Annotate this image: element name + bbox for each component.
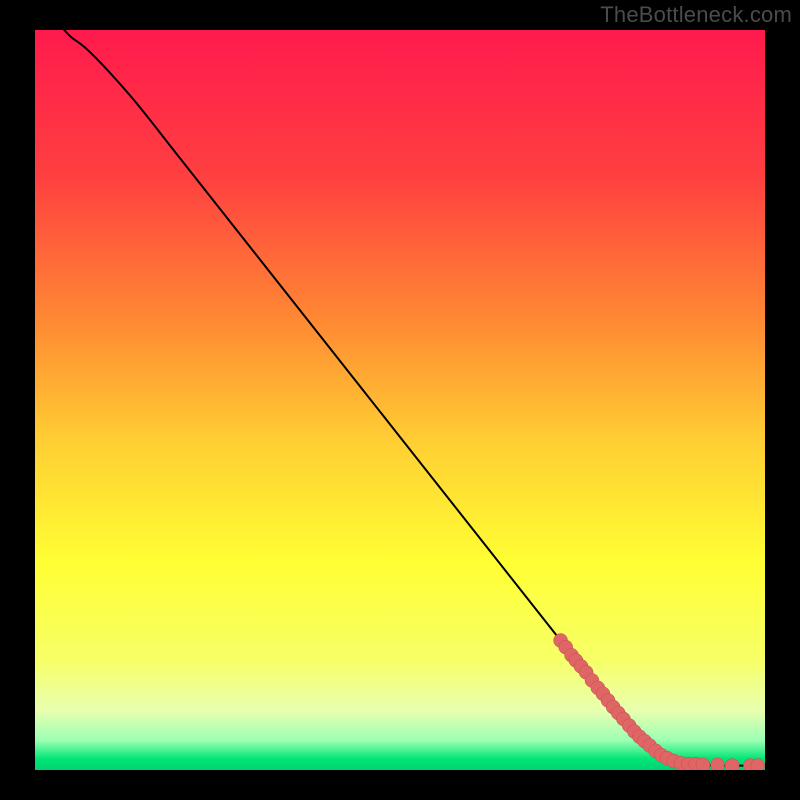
data-marker <box>711 758 725 770</box>
gradient-background <box>35 30 765 770</box>
data-marker <box>696 758 710 770</box>
plot-area <box>35 30 765 770</box>
watermark-text: TheBottleneck.com <box>600 2 792 28</box>
data-marker <box>725 759 739 770</box>
chart-container: TheBottleneck.com <box>0 0 800 800</box>
data-marker <box>751 759 765 770</box>
chart-svg <box>35 30 765 770</box>
